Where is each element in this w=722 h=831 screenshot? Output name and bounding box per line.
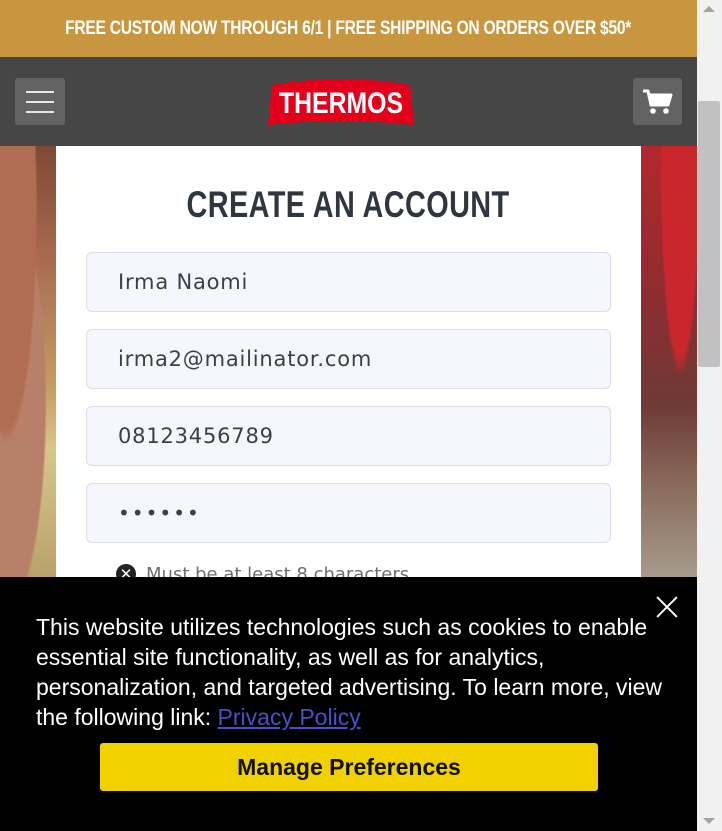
menu-button[interactable] bbox=[15, 78, 65, 125]
hero-image-left bbox=[0, 146, 56, 577]
page-title: CREATE AN ACCOUNT bbox=[186, 184, 510, 225]
promo-text: FREE CUSTOM NOW THROUGH 6/1 | FREE SHIPP… bbox=[65, 17, 632, 39]
privacy-policy-link[interactable]: Privacy Policy bbox=[218, 704, 361, 730]
cart-button[interactable] bbox=[633, 78, 682, 125]
scrollbar-thumb[interactable] bbox=[698, 101, 720, 367]
logo-text: THERMOS bbox=[279, 87, 403, 120]
scroll-down-arrow-icon[interactable] bbox=[703, 818, 715, 824]
site-header: THERMOS bbox=[0, 57, 697, 146]
scroll-up-arrow-icon[interactable] bbox=[703, 6, 715, 12]
manage-preferences-button[interactable]: Manage Preferences bbox=[100, 743, 598, 791]
promo-banner: FREE CUSTOM NOW THROUGH 6/1 | FREE SHIPP… bbox=[0, 0, 697, 57]
hero-image-right bbox=[641, 146, 697, 577]
phone-field[interactable] bbox=[86, 406, 611, 466]
cookie-message: This website utilizes technologies such … bbox=[36, 612, 676, 732]
thermos-logo[interactable]: THERMOS bbox=[266, 77, 416, 129]
hamburger-menu-icon bbox=[26, 90, 54, 93]
name-field[interactable] bbox=[86, 252, 611, 312]
create-account-card: CREATE AN ACCOUNT ✕ Must be at least 8 c… bbox=[56, 146, 641, 584]
email-field[interactable] bbox=[86, 329, 611, 389]
password-field[interactable] bbox=[86, 483, 611, 543]
shopping-cart-icon bbox=[642, 89, 672, 114]
